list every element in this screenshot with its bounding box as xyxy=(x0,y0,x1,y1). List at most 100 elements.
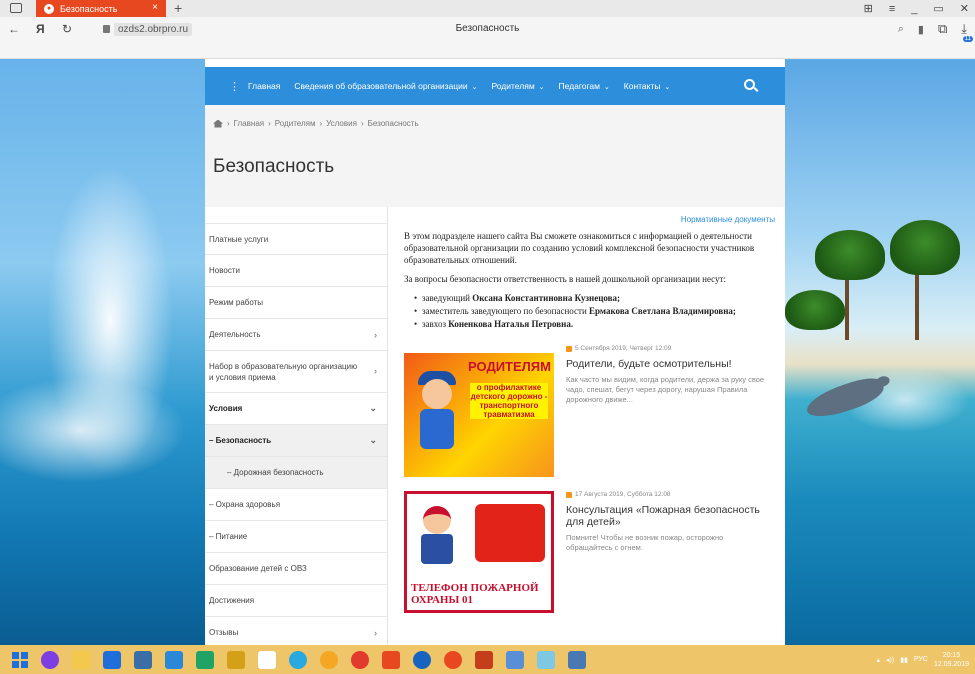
chevron-down-icon: ⌄ xyxy=(369,435,377,445)
tabs-overview-icon[interactable] xyxy=(10,3,22,13)
mail-icon[interactable] xyxy=(165,650,183,669)
chevron-right-icon: › xyxy=(374,366,377,376)
chevron-down-icon: ⌄ xyxy=(662,84,671,91)
address-bar-actions: ⌕ ▮ ⧉ ⤓ 11 xyxy=(898,21,973,42)
nav-item-contacts[interactable]: Контакты ⌄ xyxy=(624,81,671,91)
sidebar-item-paid-services[interactable]: Платные услуги xyxy=(205,223,387,255)
notepad-icon[interactable] xyxy=(258,650,276,669)
sidebar-item-schedule[interactable]: Режим работы xyxy=(205,287,387,319)
chevron-down-icon: ⌄ xyxy=(469,84,478,91)
home-app-icon[interactable] xyxy=(103,650,121,669)
tab-close-icon[interactable]: × xyxy=(152,2,158,13)
breadcrumb-home[interactable]: Главная xyxy=(234,119,264,128)
browser-icon[interactable] xyxy=(351,650,369,669)
protect-icon[interactable]: ⧉ xyxy=(938,21,947,37)
sidebar-item-health[interactable]: – Охрана здоровья xyxy=(205,489,387,521)
wallpaper-beach xyxy=(785,60,975,645)
chevron-down-icon: ⌄ xyxy=(601,84,610,91)
wallpaper-wave xyxy=(0,60,205,645)
news-item: РОДИТЕЛЯМ о профилактике детского дорожн… xyxy=(404,345,775,477)
sidebar-item-achievements[interactable]: Достижения xyxy=(205,585,387,617)
list-item: заведующий Оксана Константиновна Кузнецо… xyxy=(414,292,775,305)
url-domain: ozds2.obrpro.ru xyxy=(114,22,193,36)
word-icon[interactable] xyxy=(506,650,524,669)
sidebar-item-conditions[interactable]: Условия ⌄ xyxy=(205,393,387,425)
main-navigation: ⋮ Главная Сведения об образовательной ор… xyxy=(205,67,785,105)
sidebar-item-admission[interactable]: Набор в образовательную организацию и ус… xyxy=(205,351,387,393)
site-favicon-icon: ● xyxy=(44,3,54,14)
windows-taskbar: ▴ ◂)) ▮▮ РУС 20:15 12.09.2019 xyxy=(0,645,975,674)
breadcrumb: › Главная › Родителям › Условия › Безопа… xyxy=(213,119,785,128)
powerpoint-icon[interactable] xyxy=(475,650,493,669)
page-header: › Главная › Родителям › Условия › Безопа… xyxy=(205,105,785,207)
news-image-fire-safety[interactable]: ТЕЛЕФОН ПОЖАРНОЙ ОХРАНЫ 01 xyxy=(404,491,554,613)
nav-item-home[interactable]: Главная xyxy=(248,81,280,91)
chrome-icon[interactable] xyxy=(413,650,431,669)
browser-menu-icon[interactable]: ≡ xyxy=(889,3,895,15)
network-icon[interactable]: ▮▮ xyxy=(900,656,908,664)
sidebar-item-security[interactable]: – Безопасность ⌄ xyxy=(205,425,387,457)
news-body: 17 Августа 2019, Суббота 12:08 Консульта… xyxy=(554,491,768,613)
search-icon[interactable] xyxy=(744,79,755,90)
nav-item-about[interactable]: Сведения об образовательной организации … xyxy=(294,81,477,91)
bookmark-icon[interactable]: ▮ xyxy=(918,23,924,36)
browser-tab-active[interactable]: ● Безопасность × xyxy=(36,0,166,17)
sidebar-item-road-safety[interactable]: – Дорожная безопасность xyxy=(205,457,387,489)
computer-icon[interactable] xyxy=(134,650,152,669)
home-icon[interactable] xyxy=(213,119,223,128)
chevron-right-icon: › xyxy=(374,329,377,340)
news-item: ТЕЛЕФОН ПОЖАРНОЙ ОХРАНЫ 01 17 Августа 20… xyxy=(404,491,775,613)
responsibility-paragraph: За вопросы безопасности ответственность … xyxy=(404,274,726,284)
lock-icon[interactable] xyxy=(103,25,110,33)
close-window-icon[interactable]: ✕ xyxy=(960,2,969,15)
nav-item-teachers[interactable]: Педагогам ⌄ xyxy=(558,81,609,91)
news-body: 5 Сентября 2019, Четверг 12:09 Родители,… xyxy=(554,345,768,477)
news-title-link[interactable]: Родители, будьте осмотрительны! xyxy=(566,358,768,370)
nav-item-parents[interactable]: Родителям ⌄ xyxy=(491,81,544,91)
regulatory-documents-link[interactable]: Нормативные документы xyxy=(404,215,775,224)
news-title-link[interactable]: Консультация «Пожарная безопасность для … xyxy=(566,504,768,528)
news-image-road-safety[interactable]: РОДИТЕЛЯМ о профилактике детского дорожн… xyxy=(404,353,554,477)
bookmarks-panel-icon[interactable]: ⊞ xyxy=(864,2,873,15)
media-icon[interactable] xyxy=(537,650,555,669)
sidebar-item-activity[interactable]: Деятельность › xyxy=(205,319,387,351)
downloads-icon[interactable]: ⤓ 11 xyxy=(961,21,973,42)
breadcrumb-conditions[interactable]: Условия xyxy=(326,119,357,128)
chevron-down-icon: ⌄ xyxy=(536,84,545,91)
restore-icon[interactable]: ▭ xyxy=(933,2,943,15)
yandex-browser-icon[interactable] xyxy=(382,650,400,669)
url-field[interactable]: ozds2.obrpro.ru xyxy=(103,21,193,37)
chevron-down-icon: ⌄ xyxy=(369,403,377,413)
calendar-icon xyxy=(566,345,572,352)
sidebar-item-special-needs[interactable]: Образование детей с ОВЗ xyxy=(205,553,387,585)
cortana-icon[interactable] xyxy=(41,650,59,669)
volume-icon[interactable]: ◂)) xyxy=(886,656,894,664)
search-page-icon[interactable]: ⌕ xyxy=(898,23,904,36)
news-excerpt: Как часто мы видим, когда родители, держ… xyxy=(566,375,765,404)
breadcrumb-parents[interactable]: Родителям xyxy=(275,119,316,128)
window-controls: ⊞ ≡ _ ▭ ✕ xyxy=(864,0,969,17)
sidebar-item-reviews[interactable]: Отзывы › xyxy=(205,617,387,645)
new-tab-button[interactable]: + xyxy=(174,0,182,17)
paint-icon[interactable] xyxy=(227,650,245,669)
chevron-right-icon: › xyxy=(374,627,377,638)
browser-tab-bar: ● Безопасность × + ⊞ ≡ _ ▭ ✕ xyxy=(0,0,975,17)
clock-time: 20:15 xyxy=(942,651,961,659)
sidebar-item-news[interactable]: Новости xyxy=(205,255,387,287)
yandex-icon[interactable] xyxy=(444,650,462,669)
windows-start-icon[interactable] xyxy=(12,651,28,668)
image-viewer-icon[interactable] xyxy=(568,650,586,669)
minimize-icon[interactable]: _ xyxy=(911,3,917,15)
tray-arrow-icon[interactable]: ▴ xyxy=(877,656,881,664)
menu-dots-icon[interactable]: ⋮ xyxy=(229,80,240,93)
store-icon[interactable] xyxy=(196,650,214,669)
internet-explorer-icon[interactable] xyxy=(289,650,307,669)
sidebar-item-nutrition[interactable]: – Питание xyxy=(205,521,387,553)
file-explorer-icon[interactable] xyxy=(72,650,90,669)
clock[interactable]: 20:15 12.09.2019 xyxy=(934,651,969,669)
opera-icon[interactable] xyxy=(320,650,338,669)
news-date: 17 Августа 2019, Суббота 12:08 xyxy=(566,491,768,498)
top-strip xyxy=(205,59,785,67)
language-indicator[interactable]: РУС xyxy=(914,656,928,663)
staff-list: заведующий Оксана Константиновна Кузнецо… xyxy=(404,292,775,331)
